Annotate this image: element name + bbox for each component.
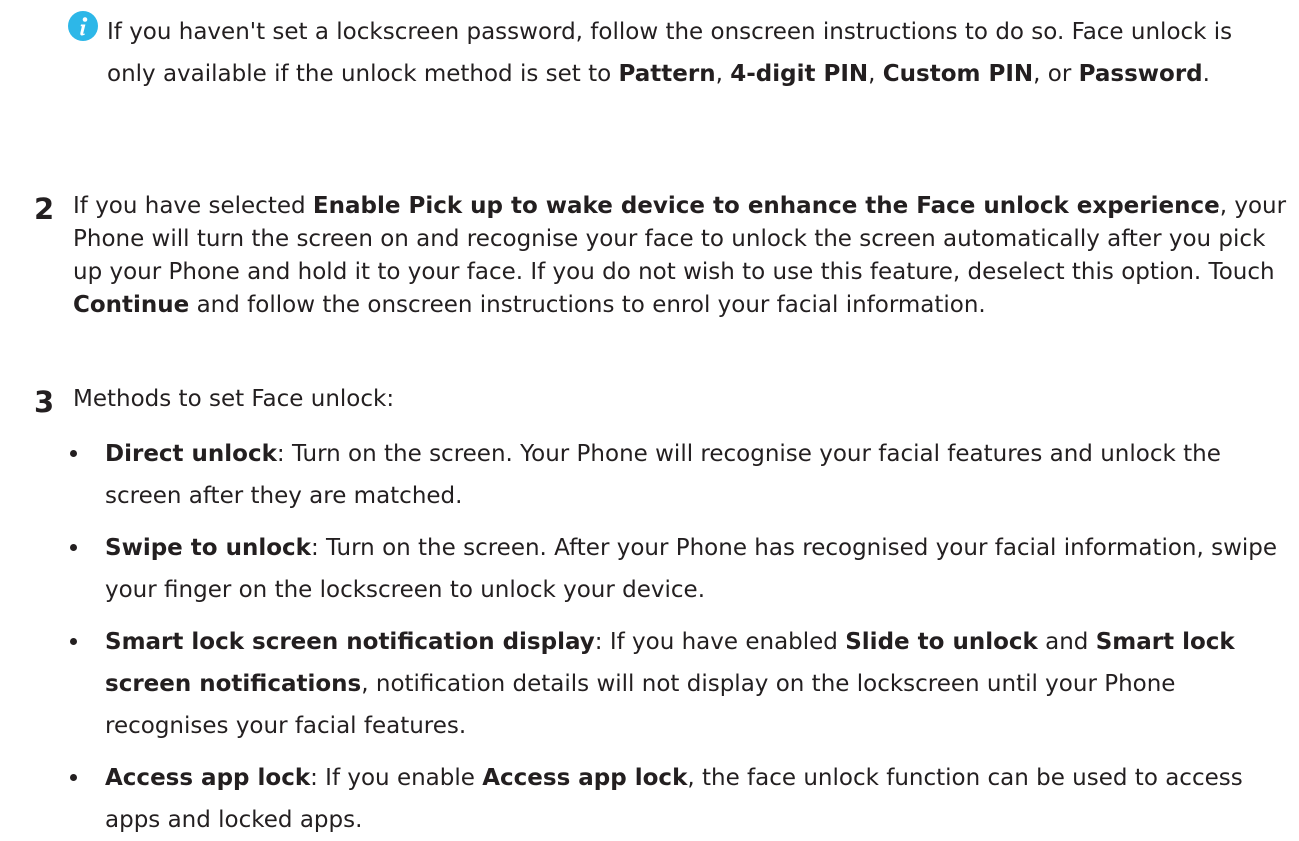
bullet-title: Smart lock screen notification display <box>105 629 595 655</box>
step-2-bold-continue: Continue <box>73 292 190 318</box>
bullet-text: Smart lock screen notification display: … <box>105 621 1280 747</box>
note-text-3: , <box>868 61 883 87</box>
step-2-text: If you have selected Enable Pick up to w… <box>73 190 1288 322</box>
bullet-text: Direct unlock: Turn on the screen. Your … <box>105 433 1280 517</box>
bullet-body-2: and <box>1037 629 1096 655</box>
step-3-text: Methods to set Face unlock: <box>73 386 395 412</box>
info-icon <box>68 11 98 41</box>
bullet-body-1: : If you enable <box>310 765 483 791</box>
info-icon-dot <box>82 17 88 22</box>
info-note-text: If you haven't set a lockscreen password… <box>107 11 1257 95</box>
bullet-title: Access app lock <box>105 765 311 791</box>
bullet-bold-slide-to-unlock: Slide to unlock <box>845 629 1038 655</box>
bullet-dot <box>70 638 77 645</box>
bullet-text: Swipe to unlock: Turn on the screen. Aft… <box>105 527 1280 611</box>
note-text-4: , or <box>1033 61 1079 87</box>
step-2-text-1: If you have selected <box>73 193 313 219</box>
step-3-number: 3 <box>34 385 55 419</box>
bullet-body-1: : If you have enabled <box>594 629 846 655</box>
bullet-text: Access app lock: If you enable Access ap… <box>105 757 1280 841</box>
bullet-dot <box>70 544 77 551</box>
bullet-dot <box>70 450 77 457</box>
note-text-5: . <box>1202 61 1210 87</box>
note-text-2: , <box>715 61 731 87</box>
bullet-dot <box>70 774 77 781</box>
note-bold-custom-pin: Custom PIN <box>882 61 1034 87</box>
note-bold-password: Password <box>1078 61 1203 87</box>
bullet-title: Swipe to unlock <box>105 535 311 561</box>
bullet-bold-access-app-lock: Access app lock <box>482 765 688 791</box>
note-bold-pattern: Pattern <box>618 61 716 87</box>
bullet-title: Direct unlock <box>105 441 277 467</box>
note-bold-4-digit-pin: 4-digit PIN <box>730 61 869 87</box>
step-2-number: 2 <box>34 192 55 226</box>
step-2-bold-enable-pick-up: Enable Pick up to wake device to enhance… <box>312 193 1220 219</box>
step-2-text-3: and follow the onscreen instructions to … <box>189 292 986 318</box>
